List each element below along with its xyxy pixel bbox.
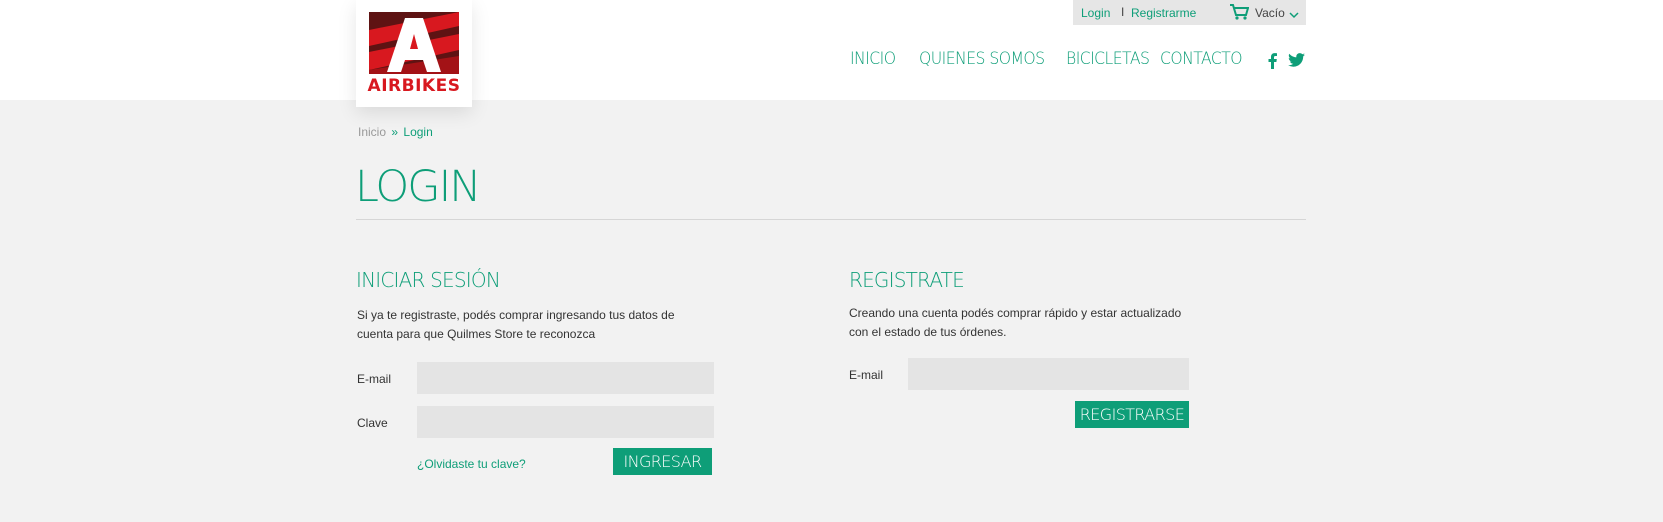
login-email-label: E-mail bbox=[357, 372, 392, 386]
breadcrumb: Inicio » Login bbox=[358, 125, 433, 139]
register-description: Creando una cuenta podés comprar rápido … bbox=[849, 306, 1182, 339]
site-header bbox=[0, 0, 1663, 100]
login-section-title: INICIAR SESIÓN bbox=[356, 268, 501, 292]
cart-icon[interactable] bbox=[1229, 4, 1250, 23]
site-logo[interactable]: AIRBIKES bbox=[356, 0, 472, 107]
login-description: Si ya te registraste, podés comprar ingr… bbox=[357, 308, 675, 341]
nav-contacto[interactable]: CONTACTO bbox=[1160, 49, 1243, 69]
register-section-title: REGISTRATE bbox=[849, 268, 965, 292]
logo-mark-icon bbox=[369, 12, 459, 74]
register-email-field[interactable] bbox=[908, 358, 1189, 390]
nav-bicicletas[interactable]: BICICLETAS bbox=[1066, 49, 1150, 69]
chevron-down-icon[interactable] bbox=[1289, 8, 1299, 22]
register-link[interactable]: Registrarme bbox=[1131, 6, 1196, 20]
title-divider bbox=[356, 219, 1306, 220]
logo-wordmark: AIRBIKES bbox=[367, 76, 461, 96]
breadcrumb-separator: » bbox=[391, 125, 399, 139]
page-title: LOGIN bbox=[355, 162, 481, 212]
login-link[interactable]: Login bbox=[1081, 6, 1110, 20]
register-submit-button[interactable]: REGISTRARSE bbox=[1075, 401, 1189, 428]
login-email-field[interactable] bbox=[417, 362, 714, 394]
nav-quienes-somos[interactable]: QUIENES SOMOS bbox=[919, 49, 1045, 69]
breadcrumb-home[interactable]: Inicio bbox=[358, 125, 386, 139]
twitter-icon[interactable] bbox=[1288, 53, 1305, 72]
login-password-field[interactable] bbox=[417, 406, 714, 438]
account-separator: I bbox=[1121, 5, 1125, 19]
register-email-label: E-mail bbox=[849, 368, 884, 382]
breadcrumb-current: Login bbox=[403, 125, 433, 139]
login-submit-button[interactable]: INGRESAR bbox=[613, 448, 712, 475]
forgot-password-link[interactable]: ¿Olvidaste tu clave? bbox=[417, 457, 526, 471]
nav-inicio[interactable]: INICIO bbox=[850, 49, 896, 69]
account-bar: Login I Registrarme Vacío bbox=[1073, 0, 1306, 25]
login-password-label: Clave bbox=[357, 416, 388, 430]
facebook-icon[interactable] bbox=[1268, 53, 1277, 74]
cart-status[interactable]: Vacío bbox=[1255, 6, 1285, 20]
